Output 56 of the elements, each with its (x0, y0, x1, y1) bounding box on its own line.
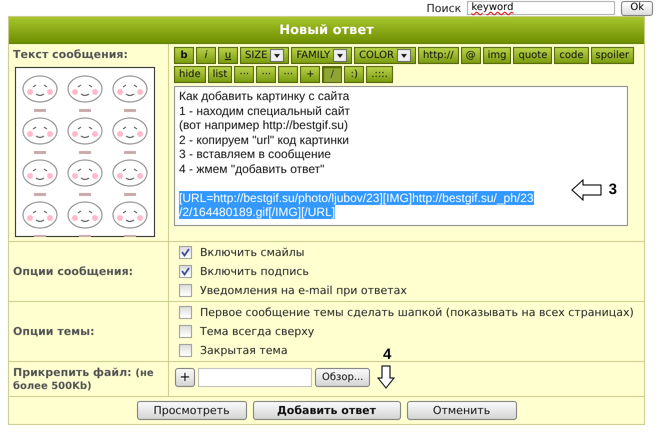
checkbox-label: Первое сообщение темы сделать шапкой (показывать на всех страницах) (200, 306, 634, 319)
toolbar-button[interactable]: b (174, 47, 194, 64)
checkbox[interactable] (179, 344, 192, 357)
toolbar-button[interactable]: hide (174, 66, 206, 83)
row-label: Текст сообщения: (13, 48, 129, 61)
toolbar-button[interactable]: i (196, 47, 216, 64)
toolbar-button[interactable]: SIZE (240, 47, 290, 64)
checkbox-label: Закрытая тема (200, 344, 288, 357)
checkbox[interactable] (179, 265, 192, 278)
toolbar-button[interactable]: COLOR (354, 47, 416, 64)
toolbar-button[interactable]: :) (344, 66, 364, 83)
search-label: Поиск (426, 2, 462, 14)
checkbox[interactable] (179, 246, 192, 259)
toolbar-button[interactable]: list (208, 66, 232, 83)
toolbar-button[interactable]: ··· (278, 66, 298, 83)
ok-button[interactable]: Ok (621, 0, 653, 16)
form-button[interactable]: Добавить ответ (252, 401, 400, 420)
toolbar-button[interactable]: spoiler (590, 47, 634, 64)
add-file-button[interactable]: + (175, 368, 195, 386)
caret-icon (333, 49, 348, 62)
checkbox[interactable] (179, 306, 192, 319)
file-path-field[interactable] (198, 368, 312, 386)
checkbox[interactable] (179, 325, 192, 338)
toolbar-button[interactable]: FAMILY (291, 47, 352, 64)
toolbar-button[interactable]: / (322, 66, 342, 83)
toolbar-button[interactable]: http:// (418, 47, 459, 64)
form-button[interactable]: Просмотреть (136, 401, 246, 420)
toolbar-button[interactable]: quote (513, 47, 552, 64)
annotation-number: 3 (608, 182, 617, 198)
checkbox-label: Включить подпись (200, 265, 309, 278)
toolbar-button[interactable]: ··· (234, 66, 254, 83)
form-button[interactable]: Отменить (406, 401, 516, 420)
left-arrow-icon (570, 179, 603, 201)
down-arrow-icon (377, 365, 396, 389)
message-textarea[interactable]: Как добавить картинку с сайта 1 - находим специальный сайт (вот например http://bestgif.su) 2 - копируем "url" код картинки 3 - вставляем в сообщение 4 - жмем "добавить ответ" [URL=http://bestgif.su/photo/ljubov/23][IMG]http://bestgif.su/_ph/23 /2/164480189.gif[/IMG][/URL] 3 (174, 86, 628, 226)
toolbar-button[interactable]: @ (460, 47, 481, 64)
checkbox-label: Включить смайлы (200, 246, 304, 259)
toolbar-button[interactable]: img (482, 47, 512, 64)
caret-icon (270, 49, 284, 62)
toolbar-button[interactable]: + (300, 66, 320, 83)
caret-icon (396, 49, 411, 62)
row-label: Опции темы: (13, 325, 96, 338)
attach-label: Прикрепить файл: (не более 500Kb) (13, 366, 155, 392)
toolbar-button[interactable]: u (218, 47, 238, 64)
checkbox[interactable] (179, 284, 192, 297)
row-label: Опции сообщения: (13, 265, 134, 278)
search-field[interactable]: keyword (467, 1, 616, 15)
annotation-number: 4 (383, 346, 392, 363)
checkbox-label: Уведомления на e-mail при ответах (200, 284, 407, 297)
toolbar-button[interactable]: code (554, 47, 588, 64)
browse-button[interactable]: Обзор... (315, 368, 370, 386)
toolbar-button[interactable]: ··· (256, 66, 276, 83)
checkbox-label: Тема всегда сверху (200, 325, 314, 338)
form-header: Новый ответ (9, 17, 644, 44)
toolbar-button[interactable]: .:::. (366, 66, 393, 83)
smiley-panel-drawing[interactable] (15, 67, 155, 237)
